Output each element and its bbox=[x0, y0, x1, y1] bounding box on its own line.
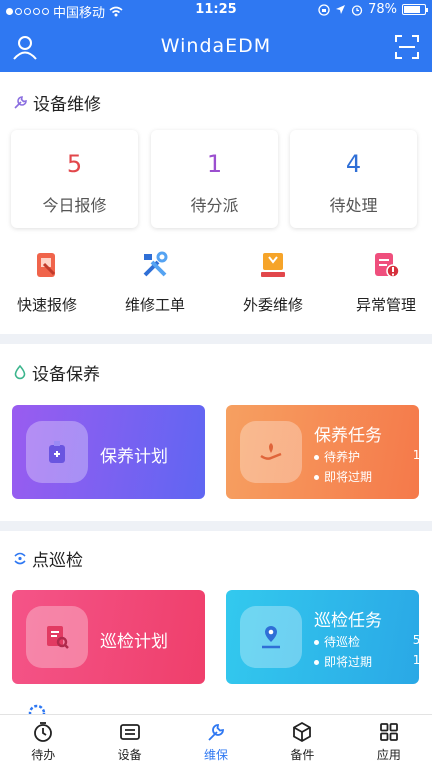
stat-card-today-reports[interactable]: 5 今日报修 bbox=[11, 130, 138, 228]
tab-spare-parts[interactable]: 备件 bbox=[259, 715, 345, 768]
task-row-expiring: 即将过期 11 bbox=[314, 653, 419, 670]
section-divider bbox=[0, 334, 432, 344]
tab-label: 设备 bbox=[117, 748, 142, 762]
apps-icon bbox=[379, 723, 398, 741]
icon-bubble bbox=[240, 606, 302, 668]
inspection-plan-card[interactable]: 巡检计划 bbox=[12, 590, 205, 684]
tab-maintenance[interactable]: 维保 bbox=[173, 715, 259, 768]
inspection-task-card[interactable]: 巡检任务 待巡检 57 即将过期 11 bbox=[226, 590, 419, 684]
inspection-route-icon bbox=[14, 552, 26, 565]
outsource-repair-icon bbox=[261, 253, 285, 277]
icon-bubble bbox=[26, 421, 88, 483]
tab-label: 待办 bbox=[31, 748, 56, 762]
repair-order-icon bbox=[143, 251, 168, 277]
stat-label: 今日报修 bbox=[42, 196, 107, 215]
stat-label: 待分派 bbox=[190, 196, 239, 215]
exception-management-icon bbox=[375, 253, 400, 278]
inspection-task-icon bbox=[262, 626, 280, 649]
section-inspection-label: 点巡检 bbox=[32, 551, 83, 571]
section-divider bbox=[0, 521, 432, 531]
card-title: 巡检任务 bbox=[314, 611, 382, 631]
bottom-tab-bar: 待办 设备 维保 备件 应用 bbox=[0, 714, 432, 768]
maintenance-task-card[interactable]: 保养任务 待养护 16 即将过期 3 bbox=[226, 405, 419, 499]
tab-todo[interactable]: 待办 bbox=[0, 715, 86, 768]
stat-value: 5 bbox=[66, 150, 83, 178]
row-label: 待巡检 bbox=[324, 635, 361, 649]
action-repair-order[interactable]: 维修工单 bbox=[110, 250, 200, 315]
tab-apps[interactable]: 应用 bbox=[346, 715, 432, 768]
icon-bubble bbox=[240, 421, 302, 483]
section-repair-label: 设备维修 bbox=[33, 95, 101, 115]
stat-value: 1 bbox=[206, 150, 223, 178]
top-bar: 中国移动 11:25 78% WindaEDM bbox=[0, 0, 432, 72]
action-label: 外委维修 bbox=[242, 296, 303, 314]
tab-device[interactable]: 设备 bbox=[86, 715, 172, 768]
droplet-icon bbox=[14, 364, 26, 380]
device-icon bbox=[119, 724, 140, 740]
row-label: 待养护 bbox=[324, 450, 361, 464]
maintenance-plan-card[interactable]: 保养计划 bbox=[12, 405, 205, 499]
tab-label: 备件 bbox=[290, 748, 315, 762]
action-label: 维修工单 bbox=[124, 296, 185, 314]
stat-value: 4 bbox=[345, 150, 362, 178]
todo-icon bbox=[34, 722, 53, 742]
action-label: 异常管理 bbox=[355, 296, 416, 314]
stat-card-pending-process[interactable]: 4 待处理 bbox=[290, 130, 417, 228]
task-row-expiring: 即将过期 3 bbox=[314, 468, 419, 485]
wrench-icon bbox=[14, 96, 27, 109]
row-label: 即将过期 bbox=[324, 655, 373, 669]
row-value: 11 bbox=[412, 653, 419, 667]
row-value: 57 bbox=[412, 633, 419, 647]
inspection-plan-icon bbox=[47, 626, 69, 649]
row-label: 即将过期 bbox=[324, 470, 373, 484]
tab-label: 应用 bbox=[376, 748, 401, 762]
tab-label: 维保 bbox=[204, 748, 229, 762]
action-quick-repair[interactable]: 快速报修 bbox=[2, 250, 92, 315]
maintenance-task-icon bbox=[260, 443, 282, 460]
card-title: 巡检计划 bbox=[100, 632, 168, 652]
icon-bubble bbox=[26, 606, 88, 668]
card-title: 保养计划 bbox=[100, 447, 168, 467]
battery-percent: 78% bbox=[368, 2, 397, 17]
alarm-icon bbox=[351, 4, 363, 16]
section-repair-title: 设备维修 bbox=[12, 90, 101, 115]
scan-icon[interactable] bbox=[394, 34, 420, 60]
action-outsource-repair[interactable]: 外委维修 bbox=[228, 250, 318, 315]
section-inspection-title: 点巡检 bbox=[12, 546, 83, 571]
spare-parts-icon bbox=[293, 721, 312, 743]
action-exception-management[interactable]: 异常管理 bbox=[341, 250, 431, 315]
location-icon bbox=[336, 5, 346, 14]
maintenance-icon bbox=[208, 724, 224, 741]
action-label: 快速报修 bbox=[16, 296, 77, 314]
stat-label: 待处理 bbox=[329, 196, 378, 215]
section-maintenance-title: 设备保养 bbox=[12, 360, 100, 385]
rotation-lock-icon bbox=[318, 3, 330, 16]
battery-icon bbox=[402, 4, 428, 15]
app-title: WindaEDM bbox=[160, 35, 272, 57]
status-bar: 中国移动 11:25 78% bbox=[0, 0, 432, 21]
quick-repair-icon bbox=[37, 253, 56, 277]
task-row-pending: 待巡检 57 bbox=[314, 633, 419, 650]
maintenance-plan-icon bbox=[49, 441, 65, 463]
card-title: 保养任务 bbox=[314, 426, 382, 446]
row-value: 16 bbox=[412, 448, 419, 462]
section-maintenance-label: 设备保养 bbox=[32, 365, 100, 385]
stat-card-pending-assign[interactable]: 1 待分派 bbox=[151, 130, 278, 228]
task-row-pending: 待养护 16 bbox=[314, 448, 419, 465]
